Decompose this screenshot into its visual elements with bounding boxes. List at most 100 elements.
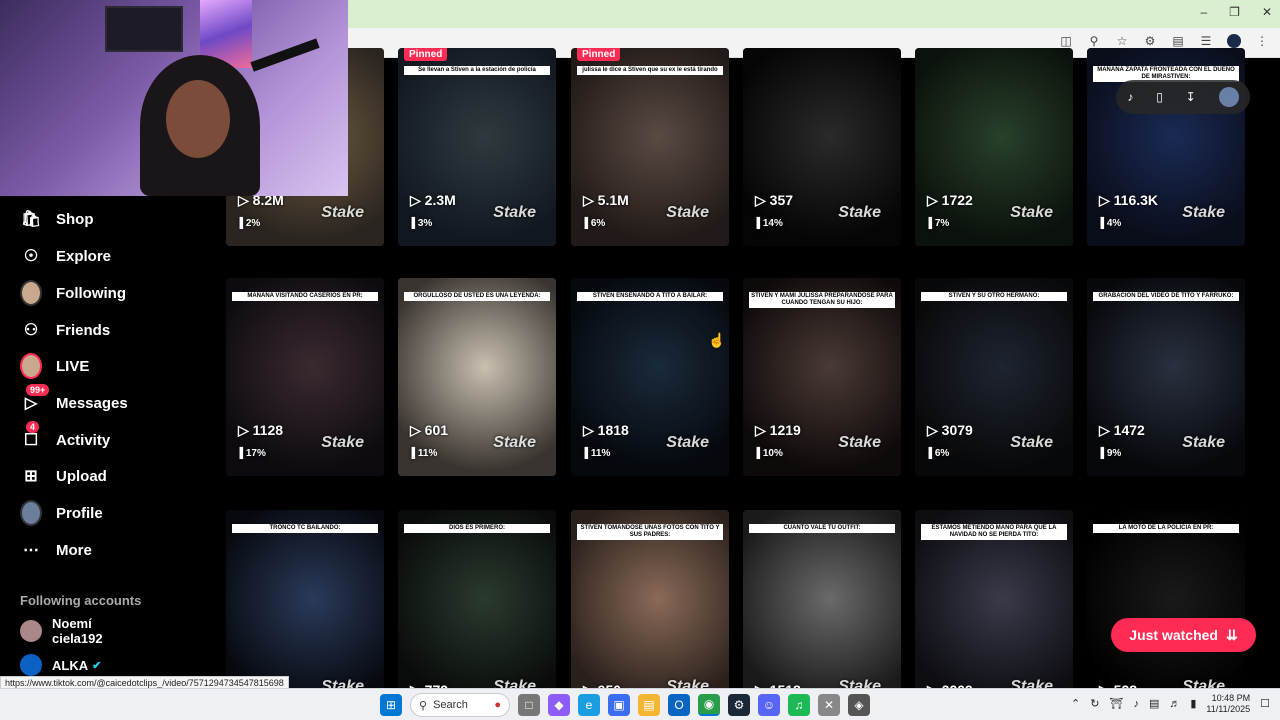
- stake-watermark: Stake: [1182, 204, 1225, 221]
- bar-chart-icon: ▐: [408, 448, 418, 459]
- notifications-icon[interactable]: ☐: [1260, 697, 1270, 710]
- bar-chart-icon: ▐: [581, 218, 591, 229]
- engagement-percent: ▐ 11%: [581, 448, 611, 459]
- engagement-percent: ▐ 17%: [236, 448, 266, 459]
- account-avatar: [20, 620, 42, 642]
- video-tile[interactable]: Pinned julissa le dice a Stiven que su ex…: [571, 48, 729, 246]
- sync-icon[interactable]: ↻: [1090, 697, 1099, 710]
- video-tile[interactable]: ORGULLOSO DE USTED ES UNA LEYENDA: ▷ 601 ▐…: [398, 278, 556, 476]
- chevron-down-icon: ⇊: [1225, 626, 1238, 643]
- windows-start-icon[interactable]: ⊞: [380, 694, 402, 716]
- microphone-icon[interactable]: ♪: [1133, 698, 1139, 710]
- video-tile[interactable]: STIVEN ENSEÑANDO A TITO A BAILAR: ▷ 1818 ▐…: [571, 278, 729, 476]
- bar-chart-icon: ▐: [925, 448, 935, 459]
- engagement-percent: ▐ 2%: [236, 218, 261, 229]
- live-avatar-icon: [20, 353, 42, 379]
- bar-chart-icon: ▐: [408, 218, 418, 229]
- bar-chart-icon: ▐: [581, 448, 591, 459]
- sidebar-item-friends[interactable]: ⚇ Friends: [20, 317, 110, 343]
- steam-icon[interactable]: ⚙: [728, 694, 750, 716]
- bar-chart-icon: ▐: [925, 218, 935, 229]
- video-tile[interactable]: ESTAMOS METIENDO MANO PARA QUE LA NAVIDA…: [915, 510, 1073, 708]
- bar-chart-icon: ▐: [1097, 448, 1107, 459]
- task-view-icon[interactable]: □: [518, 694, 540, 716]
- video-caption: STIVEN ENSEÑANDO A TITO A BAILAR:: [577, 292, 723, 302]
- video-tile[interactable]: STIVEN Y SU OTRO HERMANO: ▷ 3079 ▐ 6% Stake: [915, 278, 1073, 476]
- outlook-icon[interactable]: O: [668, 694, 690, 716]
- sidebar-item-profile[interactable]: Profile: [20, 500, 103, 526]
- file-explorer-icon[interactable]: ▤: [638, 694, 660, 716]
- spotify-icon[interactable]: ♫: [788, 694, 810, 716]
- video-tile[interactable]: ▷ 357 ▐ 14% Stake: [743, 48, 901, 246]
- video-tile[interactable]: MAÑANA VISITANDO CASERÍOS EN PR: ▷ 1128 ▐ …: [226, 278, 384, 476]
- video-caption: GRABACIÓN DEL VIDEO DE TITO Y FARRUKO:: [1093, 292, 1239, 302]
- sidebar-item-shop[interactable]: 🛍 Shop: [20, 206, 94, 232]
- copilot-icon[interactable]: ◆: [548, 694, 570, 716]
- play-icon: ▷: [583, 192, 598, 208]
- video-tile[interactable]: MAÑANA ZAPATA FRONTEADA CON EL DUEÑO DE …: [1087, 48, 1245, 246]
- menu-kebab-icon[interactable]: ⋮: [1254, 34, 1270, 51]
- network-icon[interactable]: ▤: [1149, 697, 1159, 710]
- video-tile[interactable]: STIVEN Y MAMI JULISSA PREPARANDOSE PARA …: [743, 278, 901, 476]
- sidebar-item-label: Upload: [56, 467, 107, 485]
- video-tile[interactable]: STIVEN TOMANDOSE UNAS FOTOS CON TITO Y S…: [571, 510, 729, 708]
- tray-chevron-icon[interactable]: ⌃: [1071, 697, 1080, 710]
- following-account[interactable]: ALKA ✔: [20, 654, 101, 676]
- just-watched-button[interactable]: Just watched ⇊: [1111, 618, 1256, 652]
- video-tile[interactable]: DIOS ES PRIMERO:▷ 772Stake: [398, 510, 556, 708]
- video-tile[interactable]: LA MOTO DE LA POLICIA EN PR:▷ 528Stake: [1087, 510, 1245, 708]
- tiktok-icon[interactable]: ♪: [1127, 90, 1133, 104]
- video-tile[interactable]: GRABACIÓN DEL VIDEO DE TITO Y FARRUKO: ▷ …: [1087, 278, 1245, 476]
- minimize-icon[interactable]: –: [1200, 5, 1207, 19]
- view-count: ▷ 357: [755, 192, 794, 208]
- sidebar-item-label: More: [56, 541, 92, 559]
- discord-icon[interactable]: ☺: [758, 694, 780, 716]
- video-caption: ESTAMOS METIENDO MANO PARA QUE LA NAVIDA…: [921, 524, 1067, 541]
- view-count: ▷ 1472: [1099, 422, 1145, 438]
- taskbar-clock[interactable]: 10:48 PM 11/11/2025: [1206, 693, 1250, 715]
- sidebar-item-more[interactable]: ⋯ More: [20, 537, 92, 563]
- sidebar-item-upload[interactable]: ⊞ Upload: [20, 463, 107, 489]
- shield-icon[interactable]: ⛩: [1109, 697, 1123, 710]
- taskbar-search[interactable]: ⚲ Search ●: [410, 693, 510, 717]
- video-tile[interactable]: ▷ 1722 ▐ 7% Stake: [915, 48, 1073, 246]
- avatar-icon: [20, 280, 42, 306]
- edge-icon[interactable]: e: [578, 694, 600, 716]
- restore-icon[interactable]: ❐: [1229, 5, 1240, 19]
- phone-icon[interactable]: ▯: [1156, 90, 1163, 104]
- webcam-overlay: [0, 0, 348, 196]
- sidebar-item-messages[interactable]: ▷ 99+ Messages: [20, 384, 128, 416]
- download-icon[interactable]: ↧: [1186, 90, 1196, 104]
- stake-watermark: Stake: [493, 204, 536, 221]
- bar-chart-icon: ▐: [753, 218, 763, 229]
- bar-chart-icon: ▐: [236, 218, 246, 229]
- play-icon: ▷: [755, 422, 770, 438]
- volume-icon[interactable]: ♬: [1169, 698, 1180, 710]
- store-icon[interactable]: ▣: [608, 694, 630, 716]
- app-icon[interactable]: ◈: [848, 694, 870, 716]
- engagement-percent: ▐ 6%: [925, 448, 950, 459]
- floating-toolbar: ♪ ▯ ↧: [1116, 80, 1250, 114]
- profile-avatar-icon: [20, 500, 42, 526]
- battery-icon[interactable]: ▮: [1190, 697, 1196, 710]
- compass-icon: ☉: [23, 248, 39, 265]
- sidebar-item-following[interactable]: Following: [20, 280, 126, 306]
- close-icon[interactable]: ✕: [1262, 5, 1272, 19]
- stake-watermark: Stake: [321, 434, 364, 451]
- chrome-icon[interactable]: ◉: [698, 694, 720, 716]
- sidebar-nav: Following accounts Noemí ciela192 ALKA ✔…: [0, 196, 210, 676]
- video-tile[interactable]: Pinned Se llevan a Stiven a la estación d…: [398, 48, 556, 246]
- stake-watermark: Stake: [1010, 434, 1053, 451]
- video-tile[interactable]: CUANTO VALE TU OUTFIT:▷ 1518Stake: [743, 510, 901, 708]
- user-avatar[interactable]: [1218, 87, 1239, 107]
- following-account[interactable]: Noemí ciela192: [20, 616, 103, 646]
- sidebar-item-activity[interactable]: ☐ 4 Activity: [20, 421, 110, 453]
- view-count: ▷ 3079: [927, 422, 973, 438]
- play-icon: ▷: [927, 192, 942, 208]
- view-count: ▷ 1219: [755, 422, 801, 438]
- windows-taskbar: ⊞ ⚲ Search ● □ ◆ e ▣ ▤ O ◉ ⚙ ☺ ♫ ✕ ◈ ⌃ ↻…: [0, 688, 1280, 720]
- engagement-percent: ▐ 14%: [753, 218, 783, 229]
- sidebar-item-explore[interactable]: ☉ Explore: [20, 243, 111, 269]
- sidebar-item-live[interactable]: LIVE: [20, 353, 89, 379]
- excel-icon[interactable]: ✕: [818, 694, 840, 716]
